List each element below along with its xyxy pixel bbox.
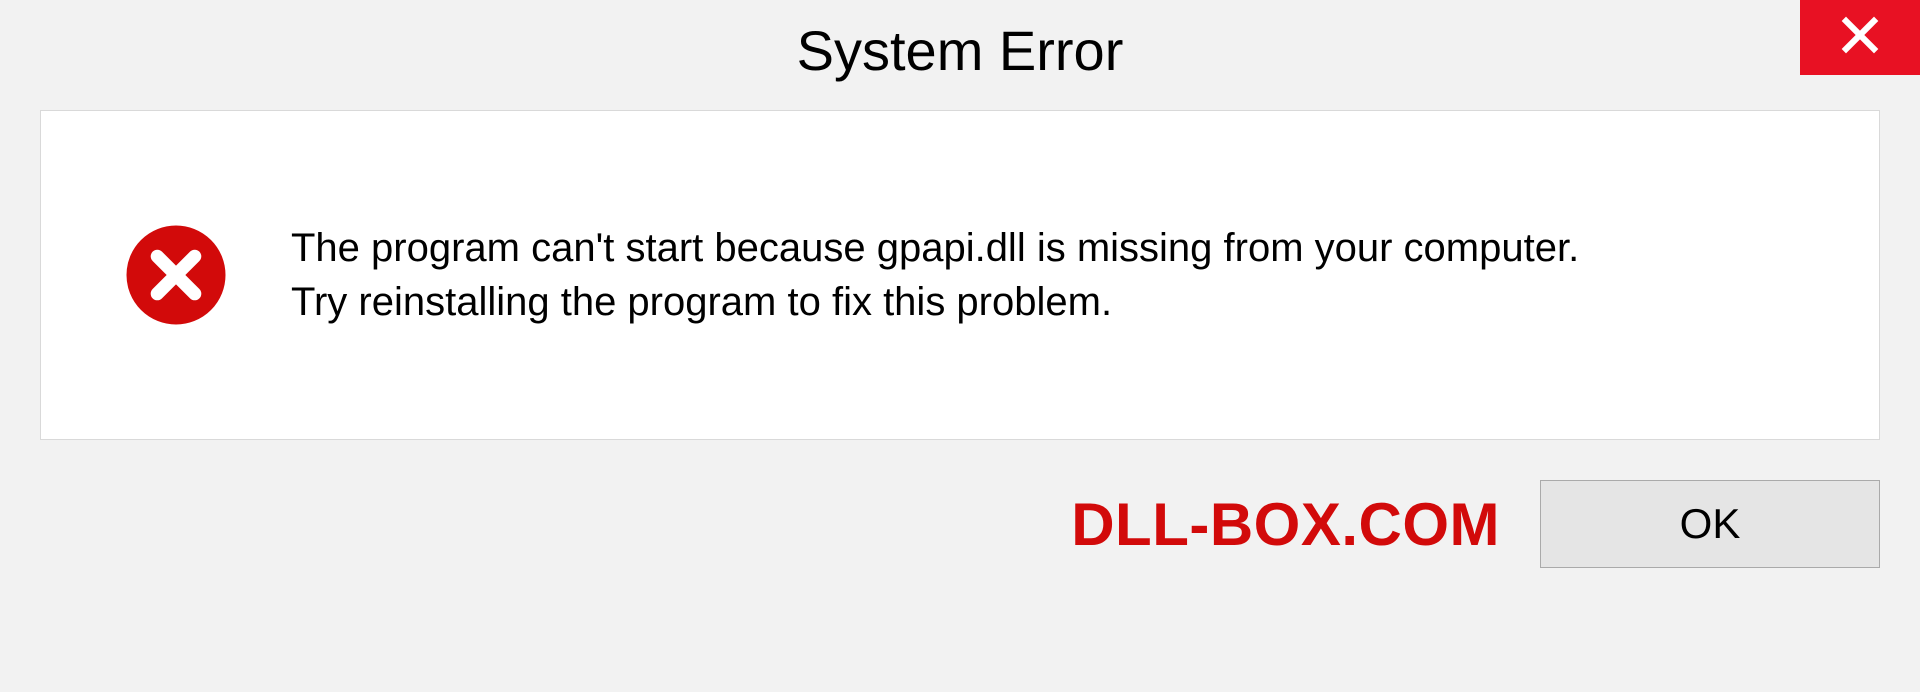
close-icon [1839,14,1881,61]
dialog-message: The program can't start because gpapi.dl… [291,221,1579,329]
dialog-body: The program can't start because gpapi.dl… [40,110,1880,440]
dialog-message-line1: The program can't start because gpapi.dl… [291,221,1579,275]
close-button[interactable] [1800,0,1920,75]
ok-button[interactable]: OK [1540,480,1880,568]
dialog-message-line2: Try reinstalling the program to fix this… [291,275,1579,329]
title-bar: System Error [0,0,1920,100]
error-icon [121,220,231,330]
dialog-footer: DLL-BOX.COM OK [40,480,1880,568]
ok-button-label: OK [1680,500,1741,548]
watermark-text: DLL-BOX.COM [1071,490,1500,559]
dialog-title: System Error [797,18,1124,83]
